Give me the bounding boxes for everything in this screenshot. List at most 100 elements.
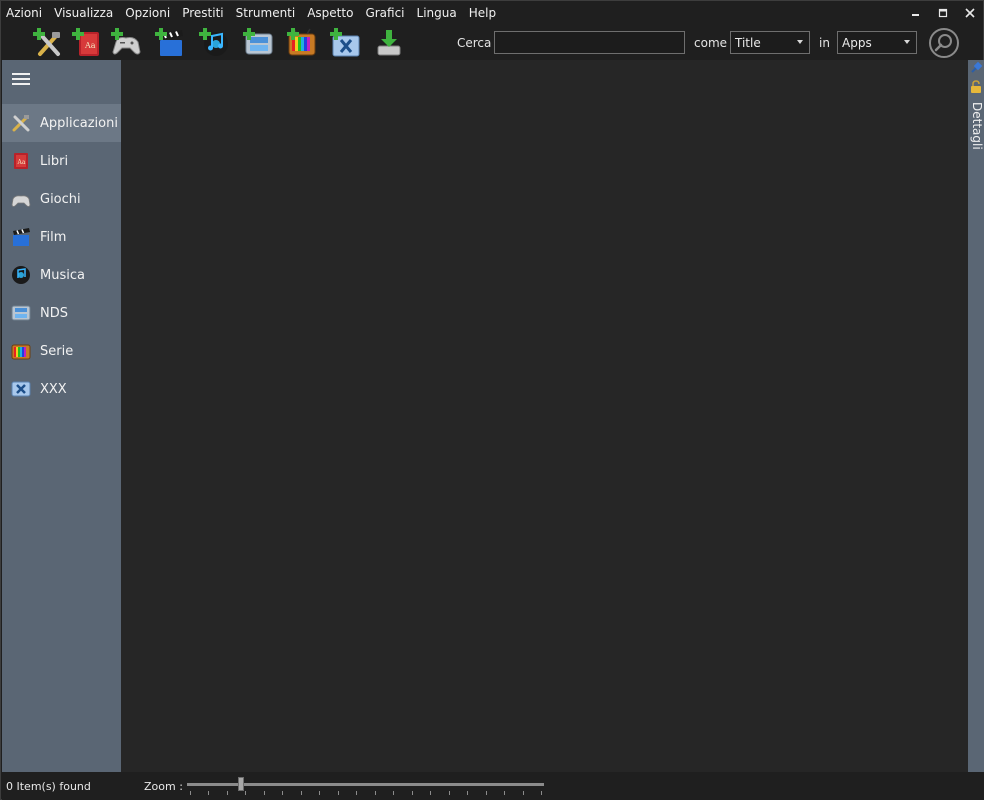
search-field-select[interactable]: Title xyxy=(730,31,810,54)
maximize-button[interactable] xyxy=(930,3,956,23)
menu-azioni[interactable]: Azioni xyxy=(6,1,42,25)
app-window: Azioni Visualizza Opzioni Prestiti Strum… xyxy=(0,0,984,800)
search-input[interactable] xyxy=(494,31,685,54)
add-game-button[interactable] xyxy=(109,25,143,59)
details-panel[interactable]: Dettagli xyxy=(968,60,984,772)
lock-icon[interactable] xyxy=(970,80,982,97)
zoom-slider-thumb[interactable] xyxy=(237,777,244,791)
download-icon xyxy=(377,30,401,56)
zoom-tick xyxy=(411,791,413,795)
maximize-icon xyxy=(938,8,948,18)
close-button[interactable] xyxy=(957,3,983,23)
menu-opzioni[interactable]: Opzioni xyxy=(125,1,170,25)
pin-icon[interactable] xyxy=(969,61,983,78)
sidebar-item-nds[interactable]: NDS xyxy=(2,294,121,332)
sidebar-item-film[interactable]: Film xyxy=(2,218,121,256)
zoom-tick xyxy=(430,791,432,795)
tools-add-icon xyxy=(33,28,60,56)
zoom-tick xyxy=(522,791,524,795)
tv-add-icon xyxy=(287,28,316,56)
clapper-icon xyxy=(11,227,31,247)
items-found-count: 0 Item(s) found xyxy=(6,780,91,793)
menu-visualizza[interactable]: Visualizza xyxy=(54,1,113,25)
sidebar-item-xxx[interactable]: XXX xyxy=(2,370,121,408)
tv-icon xyxy=(11,341,31,361)
hamburger-icon[interactable] xyxy=(12,73,30,87)
sidebar-item-label: Film xyxy=(40,229,67,245)
gamepad-icon xyxy=(11,189,31,209)
sidebar-item-applicazioni[interactable]: Applicazioni xyxy=(2,104,121,142)
sidebar-item-label: Serie xyxy=(40,343,74,359)
sidebar-item-label: Giochi xyxy=(40,191,81,207)
sidebar-item-label: XXX xyxy=(40,381,67,397)
magnifier-icon xyxy=(934,34,952,52)
add-series-button[interactable] xyxy=(285,25,319,59)
zoom-tick xyxy=(448,791,450,795)
search-in-label: in xyxy=(819,36,830,50)
add-nds-button[interactable] xyxy=(241,25,275,59)
menu-grafici[interactable]: Grafici xyxy=(365,1,404,25)
sidebar-item-label: Applicazioni xyxy=(40,115,118,131)
toolbar: Aa Cerca come Title in Apps xyxy=(1,25,984,59)
chevron-down-icon xyxy=(797,40,803,44)
menu-lingua[interactable]: Lingua xyxy=(417,1,457,25)
add-film-button[interactable] xyxy=(153,25,187,59)
music-add-icon xyxy=(199,28,228,56)
sidebar-item-libri[interactable]: Aa Libri xyxy=(2,142,121,180)
nds-add-icon xyxy=(243,28,273,55)
gamepad-add-icon xyxy=(111,28,141,55)
svg-text:Aa: Aa xyxy=(84,41,96,50)
search-label: Cerca xyxy=(457,36,492,50)
menu-strumenti[interactable]: Strumenti xyxy=(236,1,296,25)
book-add-icon: Aa xyxy=(72,28,99,56)
add-xxx-button[interactable] xyxy=(328,25,362,59)
close-icon xyxy=(965,8,975,18)
sidebar-item-label: Libri xyxy=(40,153,69,169)
tools-icon xyxy=(11,113,31,133)
zoom-tick xyxy=(485,791,487,795)
menu-prestiti[interactable]: Prestiti xyxy=(182,1,223,25)
zoom-tick xyxy=(208,791,210,795)
zoom-label: Zoom : xyxy=(144,780,183,793)
sidebar-item-giochi[interactable]: Giochi xyxy=(2,180,121,218)
chevron-down-icon xyxy=(904,40,910,44)
zoom-tick xyxy=(337,791,339,795)
zoom-tick xyxy=(374,791,376,795)
zoom-tick xyxy=(245,791,247,795)
music-icon xyxy=(11,265,31,285)
zoom-tick xyxy=(356,791,358,795)
xxx-add-icon xyxy=(330,28,360,57)
menu-help[interactable]: Help xyxy=(469,1,496,25)
search-button[interactable] xyxy=(929,28,959,58)
zoom-tick xyxy=(190,791,191,795)
search-category-value: Apps xyxy=(842,35,872,50)
add-music-button[interactable] xyxy=(197,25,231,59)
sidebar-item-label: NDS xyxy=(40,305,68,321)
search-category-select[interactable]: Apps xyxy=(837,31,917,54)
status-bar: 0 Item(s) found Zoom : xyxy=(2,772,984,800)
clapper-add-icon xyxy=(155,28,183,56)
add-book-button[interactable]: Aa xyxy=(70,25,104,59)
sidebar-item-serie[interactable]: Serie xyxy=(2,332,121,370)
minimize-button[interactable] xyxy=(903,3,929,23)
add-app-button[interactable] xyxy=(31,25,65,59)
zoom-tick xyxy=(504,791,506,795)
items-view[interactable] xyxy=(121,60,968,772)
search-as-label: come xyxy=(694,36,728,50)
zoom-tick xyxy=(282,791,284,795)
details-tab-label[interactable]: Dettagli xyxy=(968,102,984,150)
minimize-icon xyxy=(912,14,919,16)
zoom-tick xyxy=(467,791,469,795)
zoom-tick xyxy=(300,791,302,795)
download-button[interactable] xyxy=(372,25,406,59)
svg-text:Aa: Aa xyxy=(17,159,26,166)
nds-icon xyxy=(11,303,31,323)
zoom-tick xyxy=(393,791,395,795)
menu-aspetto[interactable]: Aspetto xyxy=(307,1,353,25)
search-field-value: Title xyxy=(735,35,761,50)
zoom-tick xyxy=(226,791,228,795)
sidebar-item-musica[interactable]: Musica xyxy=(2,256,121,294)
menu-bar: Azioni Visualizza Opzioni Prestiti Strum… xyxy=(1,1,901,25)
zoom-tick xyxy=(541,791,542,795)
book-icon: Aa xyxy=(11,151,31,171)
